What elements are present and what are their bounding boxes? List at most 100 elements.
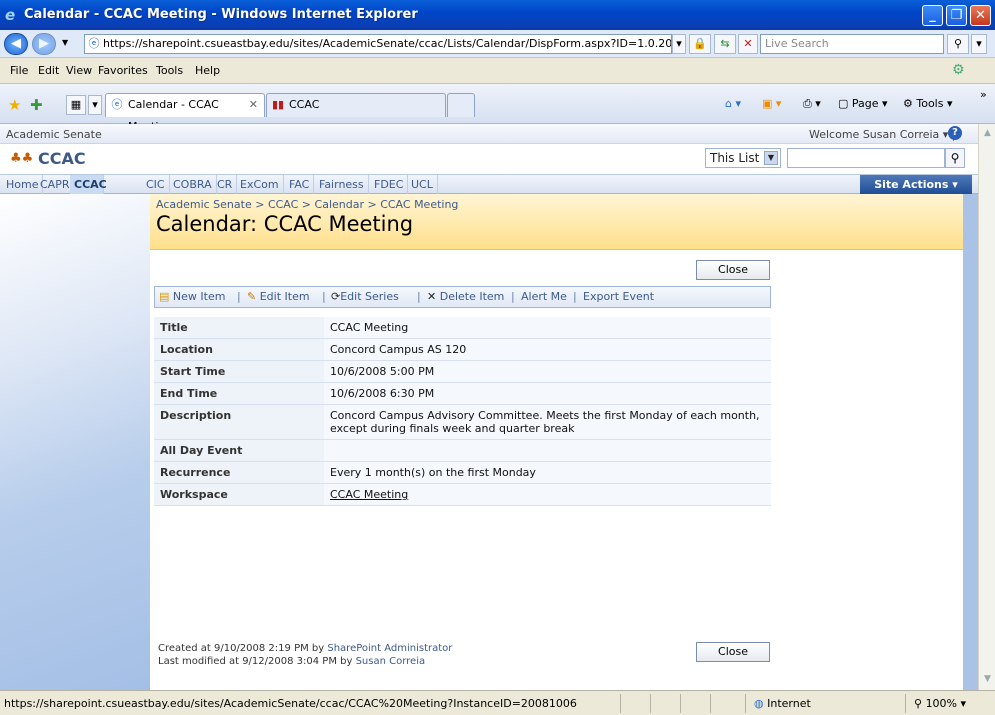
menu-file[interactable]: File xyxy=(10,64,28,77)
nav-cobra[interactable]: COBRA xyxy=(169,175,217,194)
home-icon[interactable]: ⌂ ▾ xyxy=(725,97,741,110)
new-item-icon: ▤ xyxy=(159,290,170,303)
table-row: Location Concord Campus AS 120 xyxy=(154,338,771,361)
field-value xyxy=(324,439,771,462)
menu-tools[interactable]: Tools xyxy=(156,64,183,77)
tab-calendar-ccac-meeting[interactable]: ⓔ Calendar - CCAC Meeting ✕ xyxy=(105,93,265,133)
edit-item-button[interactable]: ✎ Edit Item xyxy=(247,287,310,307)
feeds-icon[interactable]: ▣ ▾ xyxy=(762,97,781,110)
web-page: Academic Senate Welcome Susan Correia ▾ … xyxy=(0,124,978,690)
edit-series-button[interactable]: ⟳Edit Series xyxy=(331,287,399,307)
field-label: Location xyxy=(154,338,324,361)
favorites-star-icon[interactable]: ★ xyxy=(8,96,21,114)
table-row: Recurrence Every 1 month(s) on the first … xyxy=(154,461,771,484)
zoom-level[interactable]: ⚲ 100% ▾ xyxy=(905,694,993,713)
created-text: Created at 9/10/2008 2:19 PM by xyxy=(158,643,325,654)
nav-cic[interactable]: CIC xyxy=(142,175,170,194)
ie-page-icon: ⓔ xyxy=(111,98,123,111)
stop-icon[interactable]: ✕ xyxy=(738,34,758,54)
refresh-icon[interactable]: ⇆ xyxy=(714,34,736,54)
delete-item-button[interactable]: ✕ Delete Item xyxy=(427,287,504,307)
menu-view[interactable]: View xyxy=(66,64,92,77)
nav-fac[interactable]: FAC xyxy=(285,175,315,194)
nav-excom[interactable]: ExCom xyxy=(236,175,284,194)
maximize-button[interactable]: ❐ xyxy=(946,5,967,26)
live-search-input[interactable]: Live Search xyxy=(760,34,944,54)
nav-ccac[interactable]: CCAC xyxy=(70,175,107,194)
tools-menu[interactable]: ⚙ Tools ▾ xyxy=(903,97,953,110)
table-row: End Time 10/6/2008 6:30 PM xyxy=(154,382,771,405)
quick-tabs-icon[interactable]: ▦ xyxy=(66,95,86,115)
print-icon[interactable]: ⎙ ▾ xyxy=(803,97,821,111)
scroll-up-icon[interactable]: ▲ xyxy=(981,126,994,140)
toolbar-separator: | xyxy=(511,290,515,303)
close-window-button[interactable]: ✕ xyxy=(970,5,991,26)
help-icon[interactable]: ? xyxy=(948,126,962,140)
search-icon[interactable]: ⚲ xyxy=(947,34,969,54)
nav-ucl[interactable]: UCL xyxy=(407,175,438,194)
field-label: All Day Event xyxy=(154,439,324,462)
workspace-link[interactable]: CCAC Meeting xyxy=(324,483,771,506)
tab-ccac[interactable]: ▮▮ CCAC xyxy=(266,93,446,117)
edit-item-icon: ✎ xyxy=(247,290,257,303)
nav-cr[interactable]: CR xyxy=(213,175,238,194)
field-label: Start Time xyxy=(154,360,324,383)
status-bar: https://sharepoint.csueastbay.edu/sites/… xyxy=(0,690,995,715)
site-actions-menu[interactable]: Site Actions ▾ xyxy=(860,175,972,194)
toolbar-separator: | xyxy=(237,290,241,303)
site-search-input[interactable] xyxy=(787,148,945,168)
site-name[interactable]: CCAC xyxy=(38,149,86,168)
status-cell xyxy=(710,694,740,713)
vertical-scrollbar[interactable]: ▲ ▼ xyxy=(978,124,995,690)
alert-me-button[interactable]: Alert Me xyxy=(521,287,567,307)
close-tab-icon[interactable]: ✕ xyxy=(249,94,258,116)
back-button[interactable]: ◀ xyxy=(4,33,28,55)
add-favorite-icon[interactable]: ✚ xyxy=(30,96,43,114)
address-row: ◀ ▶ ▼ ⓔ https://sharepoint.csueastbay.ed… xyxy=(0,30,995,58)
tab-row: ★ ✚ ▦ ▾ ⓔ Calendar - CCAC Meeting ✕ ▮▮ C… xyxy=(0,84,995,133)
status-cell xyxy=(650,694,680,713)
welcome-menu[interactable]: Welcome Susan Correia ▾ | xyxy=(809,128,956,141)
new-item-button[interactable]: ▤ New Item xyxy=(159,287,225,307)
recent-pages-dropdown-icon[interactable]: ▼ xyxy=(62,38,68,47)
minimize-button[interactable]: _ xyxy=(922,5,943,26)
status-cell xyxy=(680,694,710,713)
forward-button[interactable]: ▶ xyxy=(32,33,56,55)
modified-by-link[interactable]: Susan Correia xyxy=(356,656,426,667)
table-row: All Day Event xyxy=(154,439,771,462)
export-event-button[interactable]: Export Event xyxy=(583,287,654,307)
close-button-top[interactable]: Close xyxy=(696,260,770,280)
nav-fdec[interactable]: FDEC xyxy=(370,175,409,194)
tab-list-icon[interactable]: ▾ xyxy=(88,95,102,115)
search-scope-select[interactable]: This List ▼ xyxy=(705,148,781,168)
nav-fairness[interactable]: Fairness xyxy=(315,175,369,194)
address-dropdown-icon[interactable]: ▾ xyxy=(672,34,686,54)
created-by-link[interactable]: SharePoint Administrator xyxy=(327,643,452,654)
security-zone[interactable]: ◍ Internet xyxy=(745,694,865,713)
search-go-icon[interactable]: ⚲ xyxy=(945,148,965,168)
page-icon: ⓔ xyxy=(88,37,100,50)
more-commands-icon[interactable]: » xyxy=(980,88,987,101)
menu-edit[interactable]: Edit xyxy=(38,64,59,77)
field-value: 10/6/2008 6:30 PM xyxy=(324,382,771,405)
table-row: Description Concord Campus Advisory Commi… xyxy=(154,404,771,440)
close-button-bottom[interactable]: Close xyxy=(696,642,770,662)
page-menu[interactable]: ▢ Page ▾ xyxy=(838,97,888,110)
table-row: Workspace CCAC Meeting xyxy=(154,483,771,506)
address-bar[interactable]: ⓔ https://sharepoint.csueastbay.edu/site… xyxy=(84,34,672,54)
search-options-icon[interactable]: ▾ xyxy=(971,34,987,54)
toolbar-separator: | xyxy=(573,290,577,303)
page-header: Academic Senate > CCAC > Calendar > CCAC… xyxy=(150,194,963,250)
new-tab-button[interactable] xyxy=(447,93,475,117)
toolbar-extension-icon[interactable]: ⚙ xyxy=(952,62,965,78)
top-link-academic-senate[interactable]: Academic Senate xyxy=(6,128,102,141)
breadcrumb[interactable]: Academic Senate > CCAC > Calendar > CCAC… xyxy=(156,198,458,211)
menu-favorites[interactable]: Favorites xyxy=(98,64,148,77)
nav-capr[interactable]: CAPR xyxy=(36,175,75,194)
item-toolbar: ▤ New Item | ✎ Edit Item | ⟳Edit Series … xyxy=(154,286,771,308)
table-row: Title CCAC Meeting xyxy=(154,316,771,339)
menu-help[interactable]: Help xyxy=(195,64,220,77)
scroll-down-icon[interactable]: ▼ xyxy=(981,672,994,686)
toolbar-separator: | xyxy=(417,290,421,303)
lock-icon[interactable]: 🔒 xyxy=(689,34,711,54)
